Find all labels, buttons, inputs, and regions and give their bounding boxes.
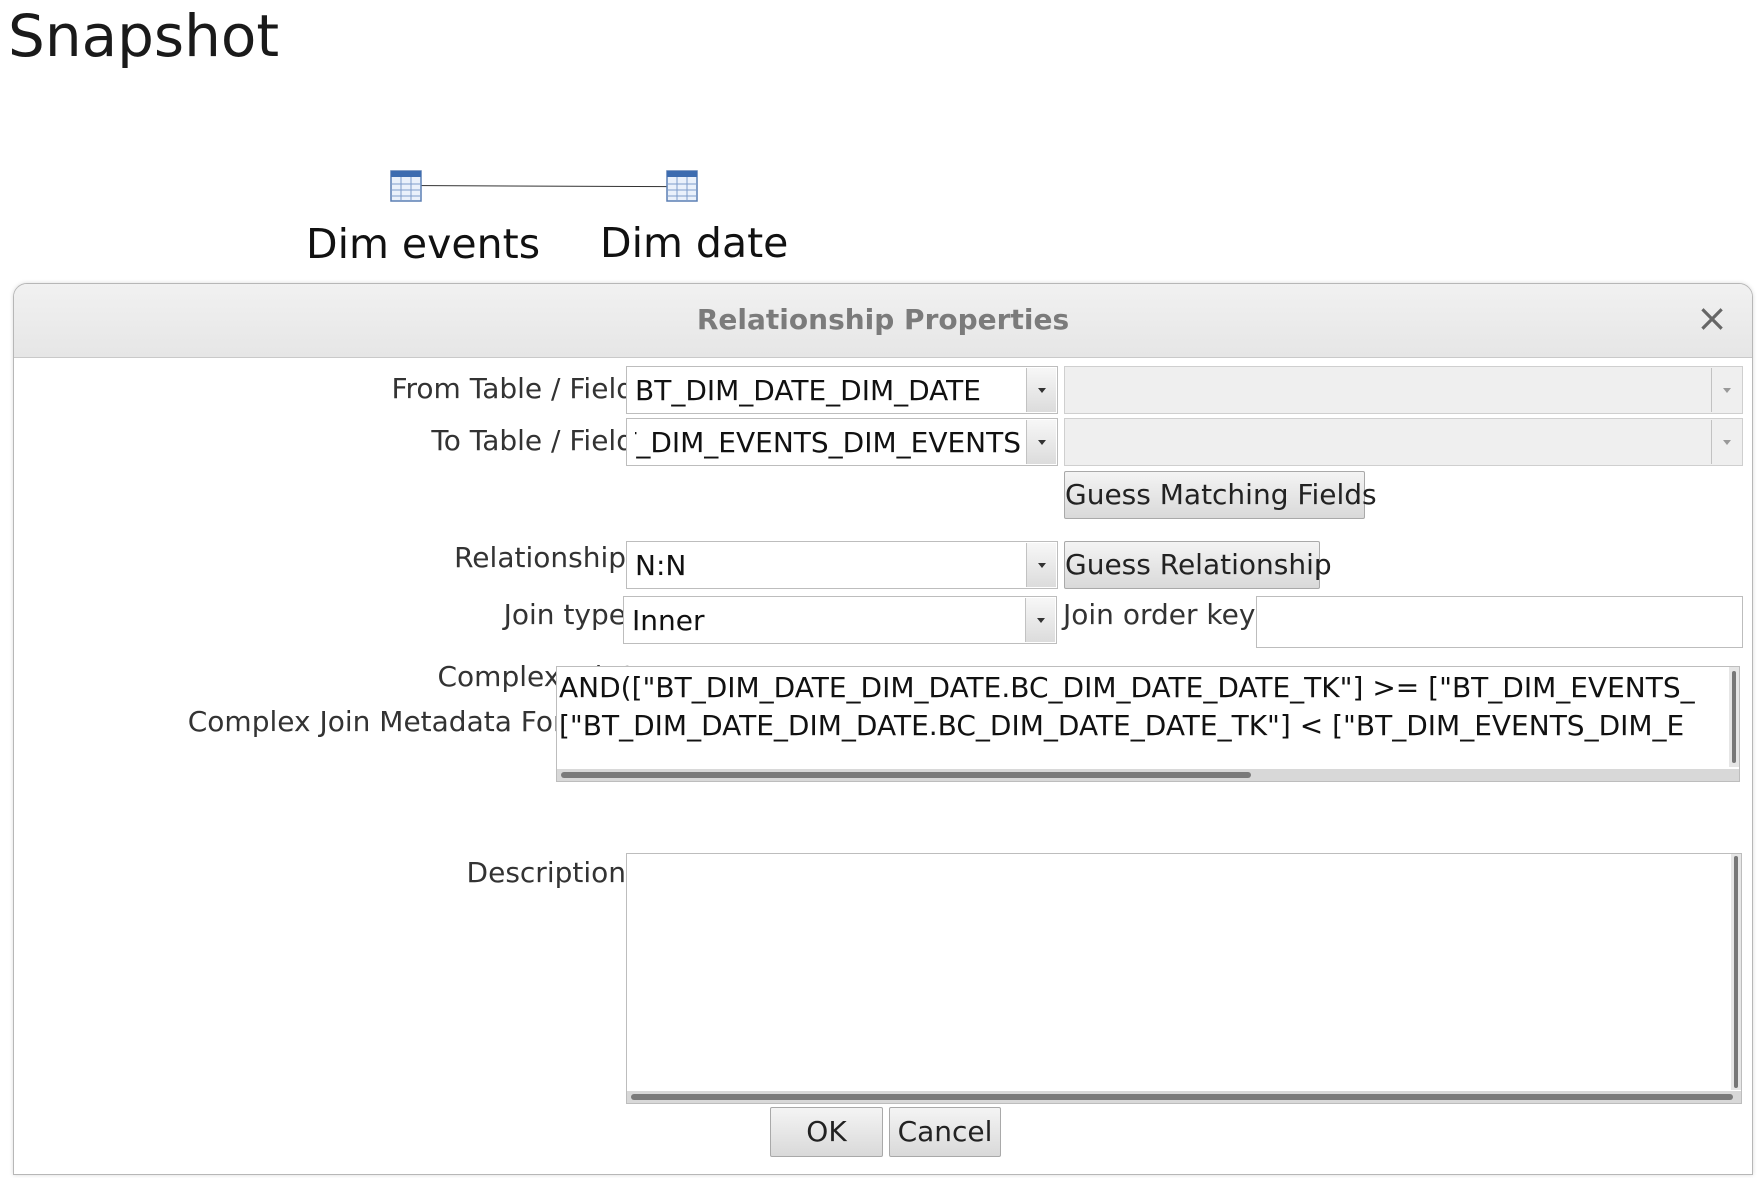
cancel-button[interactable]: Cancel xyxy=(889,1107,1001,1157)
formula-horizontal-scrollbar[interactable] xyxy=(557,769,1739,781)
description-horizontal-scrollbar[interactable] xyxy=(627,1091,1741,1103)
chevron-down-icon[interactable] xyxy=(1026,420,1056,464)
complex-join-formula-editor[interactable]: AND(["BT_DIM_DATE_DIM_DATE.BC_DIM_DATE_D… xyxy=(556,666,1740,782)
ok-button[interactable]: OK xyxy=(770,1107,883,1157)
relationship-properties-dialog: Relationship Properties × From Table / F… xyxy=(13,283,1753,1175)
chevron-down-icon[interactable] xyxy=(1025,598,1055,642)
formula-line-2: ["BT_DIM_DATE_DIM_DATE.BC_DIM_DATE_DATE_… xyxy=(559,709,1685,742)
relationship-value: N:N xyxy=(635,549,687,582)
join-type-select[interactable]: Inner xyxy=(623,596,1057,644)
description-label: Description xyxy=(466,856,626,889)
to-table-select[interactable]: BT_DIM_EVENTS_DIM_EVENTS xyxy=(626,418,1058,466)
from-field-select[interactable] xyxy=(1064,366,1743,414)
relationship-label: Relationship xyxy=(454,541,626,574)
join-order-key-label: Join order key xyxy=(1063,598,1256,631)
guess-relationship-button[interactable]: Guess Relationship xyxy=(1064,541,1332,589)
relationship-line[interactable] xyxy=(405,185,676,188)
to-table-field-label: To Table / Field xyxy=(431,424,634,457)
table-icon[interactable] xyxy=(666,170,698,202)
chevron-down-icon[interactable] xyxy=(1711,420,1741,464)
dialog-title: Relationship Properties xyxy=(696,303,1070,336)
chevron-down-icon[interactable] xyxy=(1026,543,1056,587)
join-type-value: Inner xyxy=(632,604,705,637)
description-textarea[interactable] xyxy=(626,853,1742,1104)
guess-matching-fields-button[interactable]: Guess Matching Fields xyxy=(1064,471,1377,519)
chevron-down-icon[interactable] xyxy=(1711,368,1741,412)
chevron-down-icon[interactable] xyxy=(1026,368,1056,412)
join-order-key-input[interactable] xyxy=(1256,596,1743,648)
formula-vertical-scrollbar[interactable] xyxy=(1729,667,1739,767)
node-label-dim-events[interactable]: Dim events xyxy=(306,220,540,268)
table-icon[interactable] xyxy=(390,170,422,202)
relationship-select[interactable]: N:N xyxy=(626,541,1058,589)
close-icon[interactable]: × xyxy=(1696,296,1728,340)
node-label-dim-date[interactable]: Dim date xyxy=(600,219,788,267)
from-table-field-label: From Table / Field xyxy=(391,372,634,405)
to-field-select[interactable] xyxy=(1064,418,1743,466)
page-title: Snapshot xyxy=(8,2,280,70)
description-vertical-scrollbar[interactable] xyxy=(1731,854,1741,1090)
formula-line-1: AND(["BT_DIM_DATE_DIM_DATE.BC_DIM_DATE_D… xyxy=(559,671,1695,704)
dialog-header[interactable]: Relationship Properties × xyxy=(14,284,1752,358)
from-table-value: BT_DIM_DATE_DIM_DATE xyxy=(635,374,981,407)
join-type-label: Join type xyxy=(503,598,626,631)
to-table-value: BT_DIM_EVENTS_DIM_EVENTS xyxy=(635,426,1021,459)
from-table-select[interactable]: BT_DIM_DATE_DIM_DATE xyxy=(626,366,1058,414)
